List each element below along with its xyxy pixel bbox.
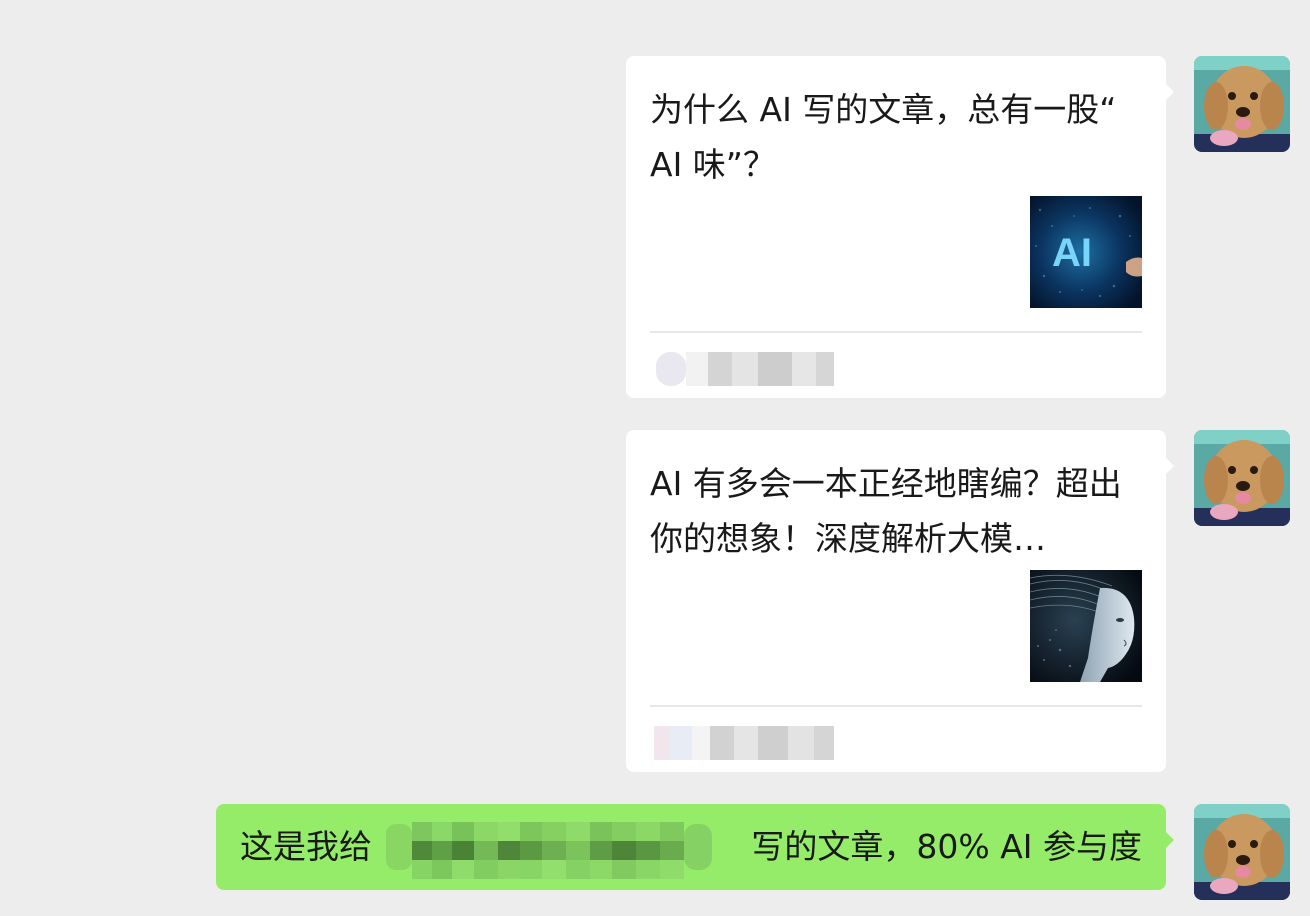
card-divider	[650, 705, 1142, 707]
card-thumbnail: AI	[1030, 196, 1142, 308]
text-message-bubble[interactable]: 这是我给 写的文章，80% AI 参与度	[216, 804, 1174, 890]
svg-text:AI: AI	[1052, 231, 1092, 275]
redacted-mosaic	[386, 818, 712, 879]
link-card[interactable]: AI 有多会一本正经地瞎编？超出你的想象！深度解析大模…	[626, 430, 1174, 772]
card-title: AI 有多会一本正经地瞎编？超出你的想象！深度解析大模…	[650, 464, 1122, 558]
message-text-suffix: 写的文章，80% AI 参与度	[751, 827, 1142, 866]
card-thumbnail	[1030, 570, 1142, 682]
avatar[interactable]	[1194, 56, 1290, 152]
avatar[interactable]	[1194, 804, 1290, 900]
card-source-blurred	[652, 722, 836, 762]
card-divider	[650, 331, 1142, 333]
card-source-blurred	[652, 348, 836, 388]
link-card[interactable]: 为什么 AI 写的文章，总有一股“ AI 味”？ AI	[626, 56, 1174, 398]
card-title: 为什么 AI 写的文章，总有一股“ AI 味”？	[650, 90, 1117, 184]
message-text-prefix: 这是我给	[240, 827, 372, 866]
avatar[interactable]	[1194, 430, 1290, 526]
